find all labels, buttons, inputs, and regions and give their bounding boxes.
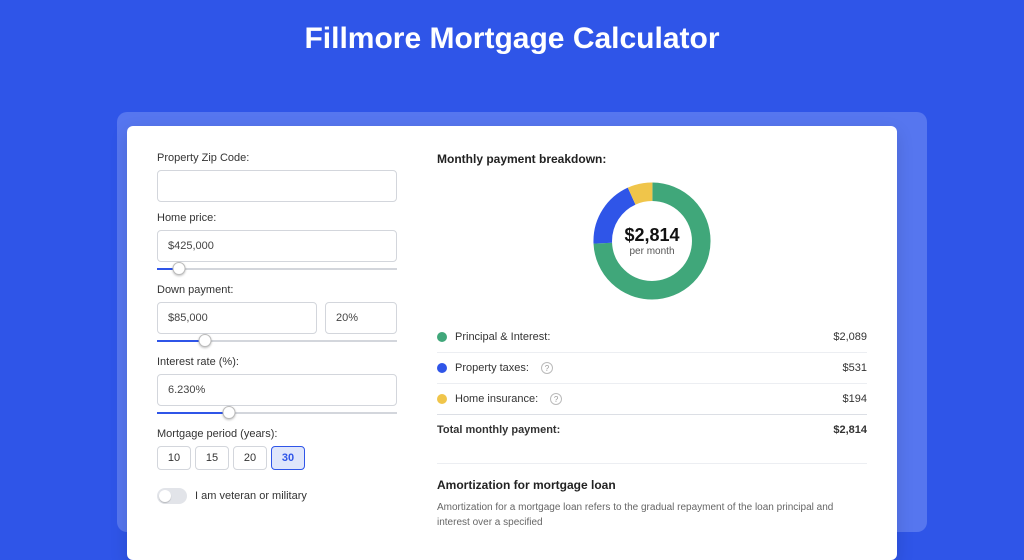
page-title: Fillmore Mortgage Calculator [0,0,1024,74]
help-icon[interactable]: ? [550,393,562,405]
total-label: Total monthly payment: [437,424,560,436]
legend-dot-icon [437,363,447,373]
period-button-15[interactable]: 15 [195,446,229,470]
period-label: Mortgage period (years): [157,428,397,440]
period-button-30[interactable]: 30 [271,446,305,470]
zip-input[interactable] [157,170,397,202]
donut-amount: $2,814 [624,225,679,246]
interest-rate-label: Interest rate (%): [157,356,397,368]
down-payment-percent-input[interactable] [325,302,397,334]
period-button-20[interactable]: 20 [233,446,267,470]
legend-label: Principal & Interest: [455,331,550,343]
legend-row: Home insurance:? $194 [437,384,867,415]
amortization-title: Amortization for mortgage loan [437,478,867,492]
amortization-text: Amortization for a mortgage loan refers … [437,500,867,530]
legend-value: $194 [843,393,867,405]
donut-sub: per month [629,246,674,257]
down-payment-amount-input[interactable] [157,302,317,334]
home-price-input[interactable] [157,230,397,262]
help-icon[interactable]: ? [541,362,553,374]
total-row: Total monthly payment: $2,814 [437,414,867,445]
veteran-toggle[interactable] [157,488,187,504]
down-payment-label: Down payment: [157,284,397,296]
legend-value: $2,089 [833,331,867,343]
legend-label: Home insurance: [455,393,538,405]
legend-dot-icon [437,332,447,342]
zip-label: Property Zip Code: [157,152,397,164]
legend-value: $531 [843,362,867,374]
form-panel: Property Zip Code: Home price: Down paym… [157,152,397,530]
total-value: $2,814 [833,424,867,436]
calculator-card: Property Zip Code: Home price: Down paym… [127,126,897,560]
summary-panel: Monthly payment breakdown: $2,814 per mo… [437,152,867,530]
down-payment-slider[interactable] [157,336,397,346]
breakdown-title: Monthly payment breakdown: [437,152,867,166]
breakdown-donut: $2,814 per month [587,176,717,306]
legend-row: Property taxes:? $531 [437,353,867,384]
legend-dot-icon [437,394,447,404]
interest-rate-input[interactable] [157,374,397,406]
toggle-knob [159,490,171,502]
interest-rate-slider[interactable] [157,408,397,418]
legend-row: Principal & Interest: $2,089 [437,322,867,353]
home-price-label: Home price: [157,212,397,224]
period-button-10[interactable]: 10 [157,446,191,470]
legend-label: Property taxes: [455,362,529,374]
veteran-label: I am veteran or military [195,490,307,502]
home-price-slider[interactable] [157,264,397,274]
